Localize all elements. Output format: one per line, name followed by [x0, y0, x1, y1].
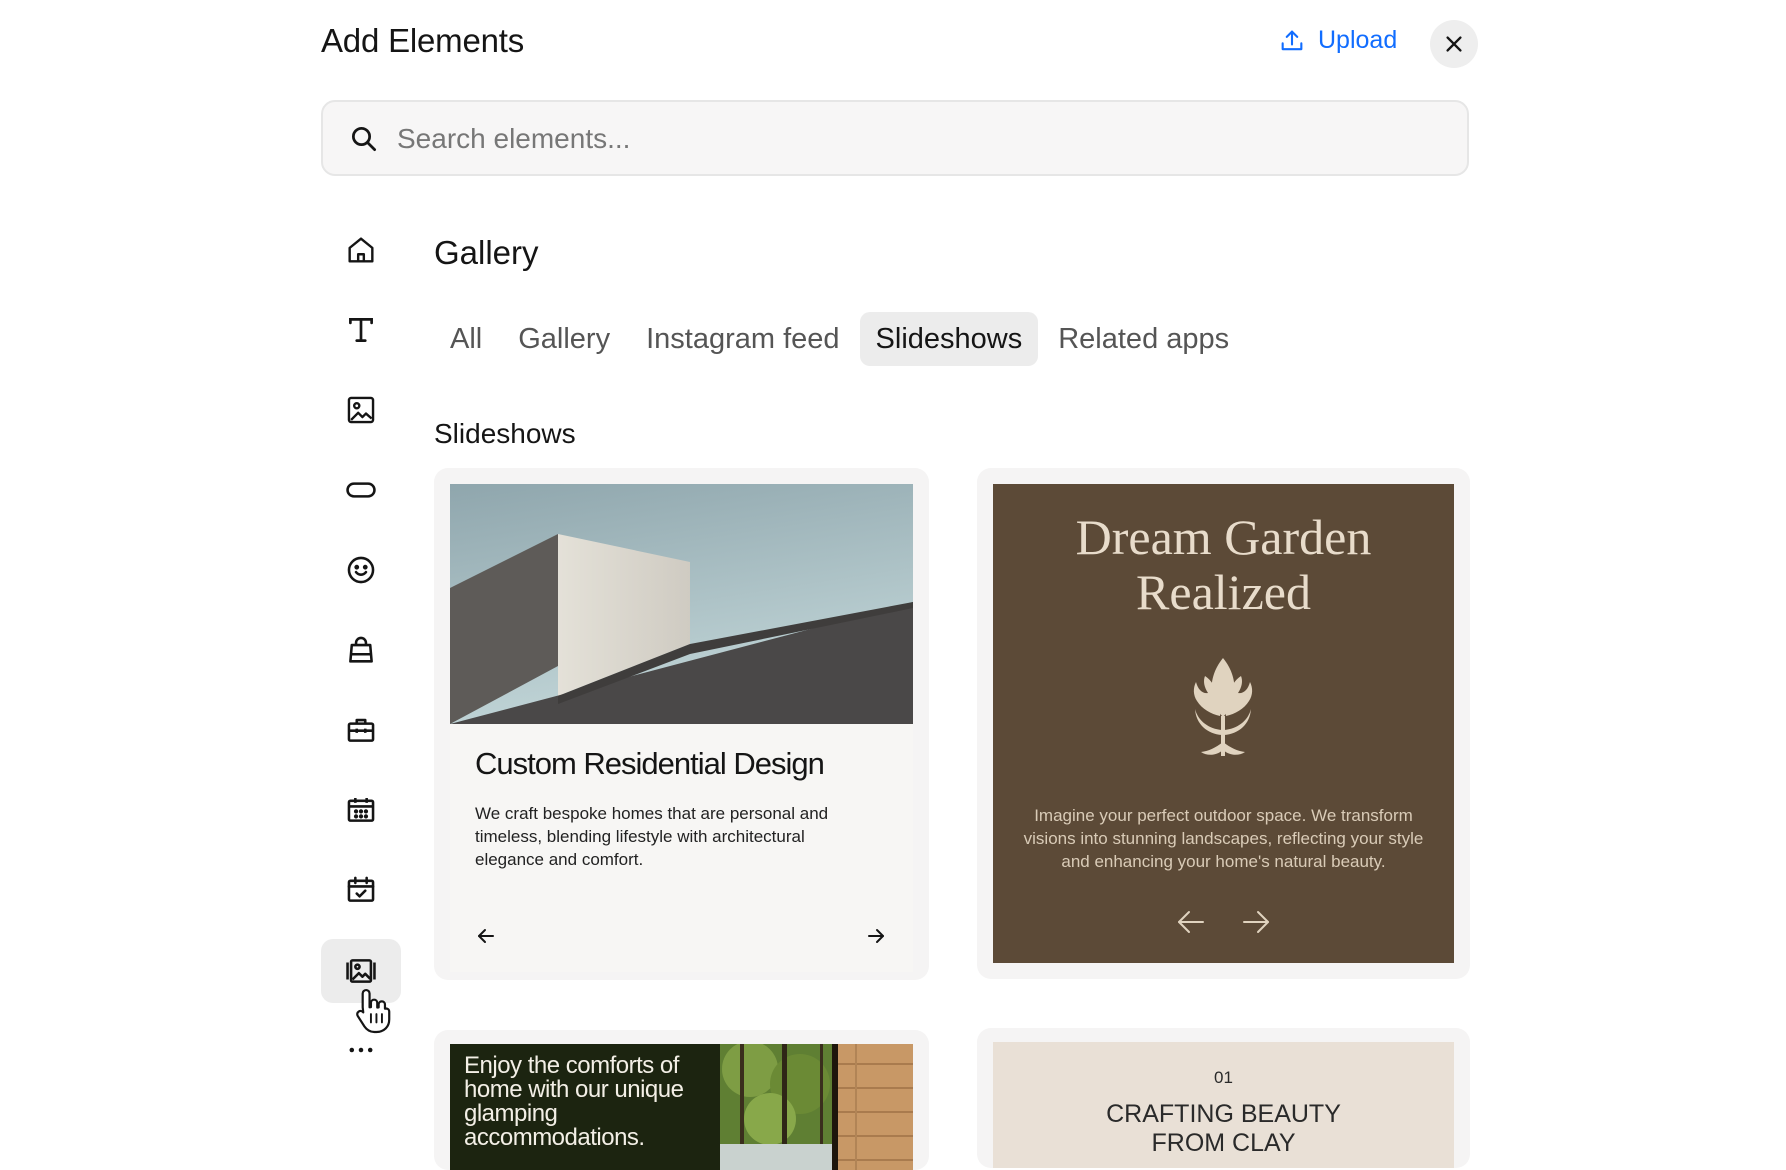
- upload-button[interactable]: Upload: [1278, 26, 1397, 55]
- slide-number: 01: [1214, 1068, 1233, 1087]
- slideshow-card-residential[interactable]: Custom Residential Design We craft bespo…: [434, 468, 929, 980]
- card-body: Imagine your perfect outdoor space. We t…: [1023, 806, 1424, 871]
- close-icon: [1446, 36, 1462, 52]
- card-heading-line: FROM CLAY: [1151, 1129, 1296, 1157]
- sidebar-item-home[interactable]: [321, 218, 401, 282]
- sidebar-item-events[interactable]: [321, 858, 401, 922]
- tab-slideshows[interactable]: Slideshows: [859, 312, 1039, 366]
- sidebar-item-text[interactable]: [321, 298, 401, 362]
- slideshow-preview: Dream Garden Realized Imagine your perfe…: [993, 484, 1454, 963]
- shopping-bag-icon: [349, 636, 373, 663]
- upload-label: Upload: [1318, 26, 1398, 54]
- calendar-check-icon: [347, 876, 375, 902]
- arrow-right-icon: [868, 929, 884, 943]
- slideshow-preview: Custom Residential Design We craft bespo…: [450, 484, 913, 972]
- slideshow-preview: Enjoy the comforts of home with our uniq…: [450, 1044, 913, 1170]
- upload-icon: [1281, 30, 1303, 50]
- search-bar: [321, 100, 1469, 176]
- sidebar-item-gallery[interactable]: [321, 939, 401, 1003]
- gallery-icon: [346, 959, 376, 983]
- architecture-photo: [450, 484, 913, 724]
- card-heading-line: Dream Garden: [1075, 509, 1372, 565]
- card-heading: Custom Residential Design: [475, 746, 825, 781]
- category-tabs: All Gallery Instagram feed Slideshows Re…: [434, 312, 1245, 366]
- card-heading: Enjoy the comforts of home with our uniq…: [464, 1052, 684, 1151]
- card-heading-line: Realized: [1136, 564, 1311, 620]
- section-title: Gallery: [434, 234, 539, 271]
- tab-related-apps[interactable]: Related apps: [1042, 312, 1245, 366]
- sidebar-item-bookings[interactable]: [321, 778, 401, 842]
- home-icon: [348, 237, 374, 263]
- slideshow-card-garden[interactable]: Dream Garden Realized Imagine your perfe…: [977, 468, 1470, 979]
- panel-title: Add Elements: [321, 22, 525, 59]
- sidebar-item-image[interactable]: [321, 378, 401, 442]
- calendar-grid-icon: [347, 797, 375, 822]
- slideshow-preview: 01 CRAFTING BEAUTY FROM CLAY: [993, 1042, 1454, 1168]
- subsection-title: Slideshows: [434, 418, 576, 449]
- card-heading-line: CRAFTING BEAUTY: [1106, 1100, 1341, 1128]
- tab-instagram-feed[interactable]: Instagram feed: [630, 312, 855, 366]
- sidebar-item-button[interactable]: [321, 458, 401, 522]
- text-icon: [349, 318, 373, 342]
- flower-emblem-icon: [1193, 658, 1253, 756]
- sidebar-item-business[interactable]: [321, 698, 401, 762]
- slideshow-card-clay[interactable]: 01 CRAFTING BEAUTY FROM CLAY: [977, 1028, 1470, 1168]
- briefcase-icon: [347, 718, 375, 742]
- search-input[interactable]: [395, 114, 1439, 164]
- card-heading: CRAFTING BEAUTY FROM CLAY: [993, 1100, 1454, 1158]
- card-body: We craft bespoke homes that are personal…: [475, 804, 829, 869]
- slideshow-card-glamping[interactable]: Enjoy the comforts of home with our uniq…: [434, 1030, 929, 1170]
- search-icon: [352, 127, 376, 151]
- image-icon: [347, 396, 375, 424]
- card-heading: Dream Garden Realized: [993, 510, 1454, 620]
- sidebar-item-more[interactable]: [321, 1018, 401, 1082]
- sidebar-item-decorative[interactable]: [321, 538, 401, 602]
- sidebar-item-store[interactable]: [321, 618, 401, 682]
- arrow-right-icon: [1243, 911, 1269, 933]
- more-icon: [349, 1047, 373, 1053]
- tab-all[interactable]: All: [434, 312, 498, 366]
- arrow-left-icon: [1178, 911, 1204, 933]
- tab-gallery[interactable]: Gallery: [502, 312, 626, 366]
- smiley-icon: [347, 556, 375, 584]
- close-button[interactable]: [1430, 20, 1478, 68]
- add-elements-panel: Add Elements Upload Search elements... G…: [0, 0, 1786, 1170]
- forest-cabin-photo: [720, 1044, 913, 1170]
- arrow-left-icon: [478, 929, 494, 943]
- button-shape-icon: [346, 482, 376, 498]
